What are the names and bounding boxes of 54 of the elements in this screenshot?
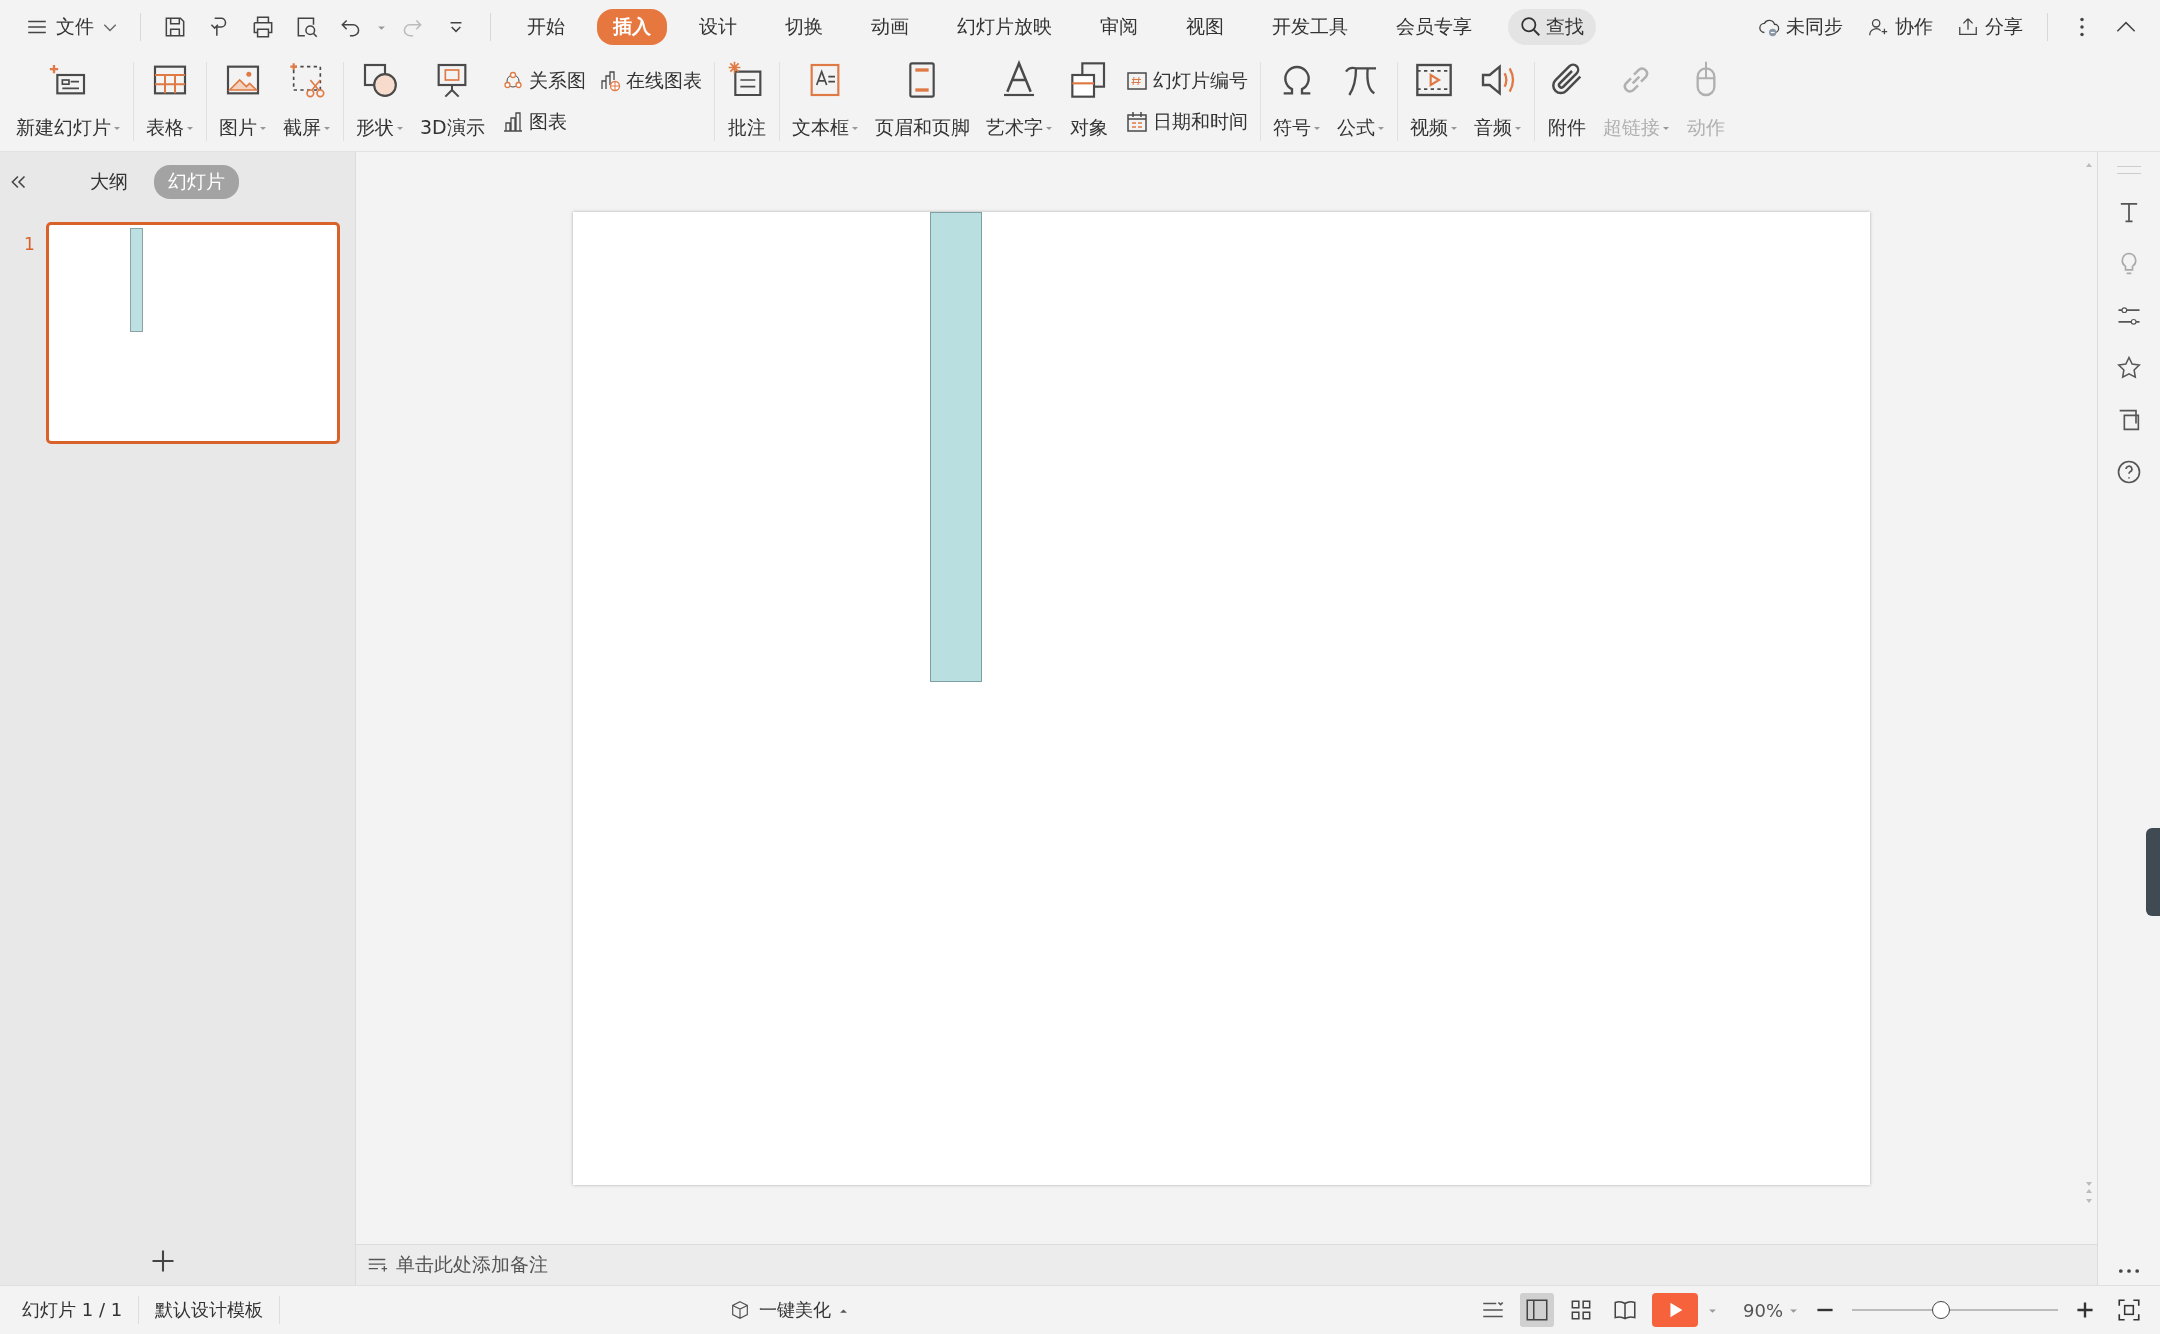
slide-number: 1: [24, 233, 34, 254]
slide-thumbnail[interactable]: [46, 222, 340, 444]
ribbon-button[interactable]: 表格: [140, 58, 200, 145]
menu-tab[interactable]: 动画: [855, 9, 925, 45]
slider-thumb[interactable]: [1931, 1301, 1950, 1319]
crop-icon: [287, 60, 327, 100]
ribbon-button[interactable]: 幻灯片编号: [1122, 65, 1250, 96]
ribbon-button[interactable]: 截屏: [277, 58, 337, 145]
ribbon-button[interactable]: 附件: [1540, 58, 1593, 145]
menu-tab[interactable]: 视图: [1170, 9, 1240, 45]
template-name[interactable]: 默认设计模板: [149, 1298, 270, 1322]
sync-button[interactable]: 未同步: [1750, 14, 1851, 40]
calendar-icon: [1124, 110, 1149, 135]
menu-tab[interactable]: 审阅: [1084, 9, 1154, 45]
menu-tab[interactable]: 幻灯片放映: [941, 9, 1068, 45]
file-menu[interactable]: 文件: [20, 14, 124, 40]
ribbon-button[interactable]: 对象: [1062, 58, 1115, 145]
ribbon-button[interactable]: 音频: [1467, 58, 1528, 145]
beautify-button[interactable]: 一键美化: [728, 1298, 848, 1322]
ribbon-button[interactable]: 批注: [720, 58, 773, 145]
menu-tab[interactable]: 设计: [683, 9, 753, 45]
help-icon[interactable]: [2115, 458, 2143, 486]
grip-icon[interactable]: [2117, 166, 2141, 174]
ribbon-button[interactable]: 符号: [1266, 58, 1327, 145]
search-icon: [1520, 16, 1542, 38]
search-button[interactable]: 查找: [1508, 9, 1596, 45]
side-handle[interactable]: [2146, 827, 2160, 916]
menu-tab[interactable]: 开始: [511, 9, 581, 45]
zoom-level[interactable]: 90%: [1743, 1299, 1798, 1321]
share-button[interactable]: 分享: [1949, 14, 2031, 40]
menu-tab[interactable]: 会员专享: [1380, 9, 1488, 45]
ribbon-button[interactable]: 视频: [1403, 58, 1464, 145]
ribbon-button[interactable]: 日期和时间: [1122, 107, 1250, 138]
ribbon-button[interactable]: 页眉和页脚: [868, 58, 976, 145]
ribbon-button[interactable]: 文本框: [785, 58, 865, 145]
ribbon-button[interactable]: 形状: [350, 58, 410, 145]
share-icon: [1957, 16, 1979, 38]
notes-field[interactable]: 单击此处添加备注: [356, 1244, 2097, 1285]
ribbon-button[interactable]: 图片: [213, 58, 273, 145]
slide-counter: 幻灯片 1 / 1: [21, 1298, 124, 1322]
collaborate-button[interactable]: 协作: [1859, 14, 1941, 40]
add-user-icon: [1867, 16, 1889, 38]
ribbon-button[interactable]: 图表: [498, 107, 569, 138]
ribbon-button[interactable]: 新建幻灯片: [10, 58, 127, 145]
ribbon-button[interactable]: 关系图: [498, 65, 588, 96]
menu-tab[interactable]: 切换: [769, 9, 839, 45]
ribbon-button[interactable]: 艺术字: [979, 58, 1059, 145]
play-button[interactable]: [1652, 1293, 1698, 1327]
ribbon-button[interactable]: 3D演示: [414, 58, 491, 145]
menu-tab[interactable]: 开发工具: [1256, 9, 1364, 45]
normal-view-icon[interactable]: [1520, 1293, 1554, 1327]
panel-tab[interactable]: 大纲: [76, 165, 142, 199]
ribbon-button[interactable]: 在线图表: [595, 65, 704, 96]
ribbon-button[interactable]: 公式: [1330, 58, 1391, 145]
